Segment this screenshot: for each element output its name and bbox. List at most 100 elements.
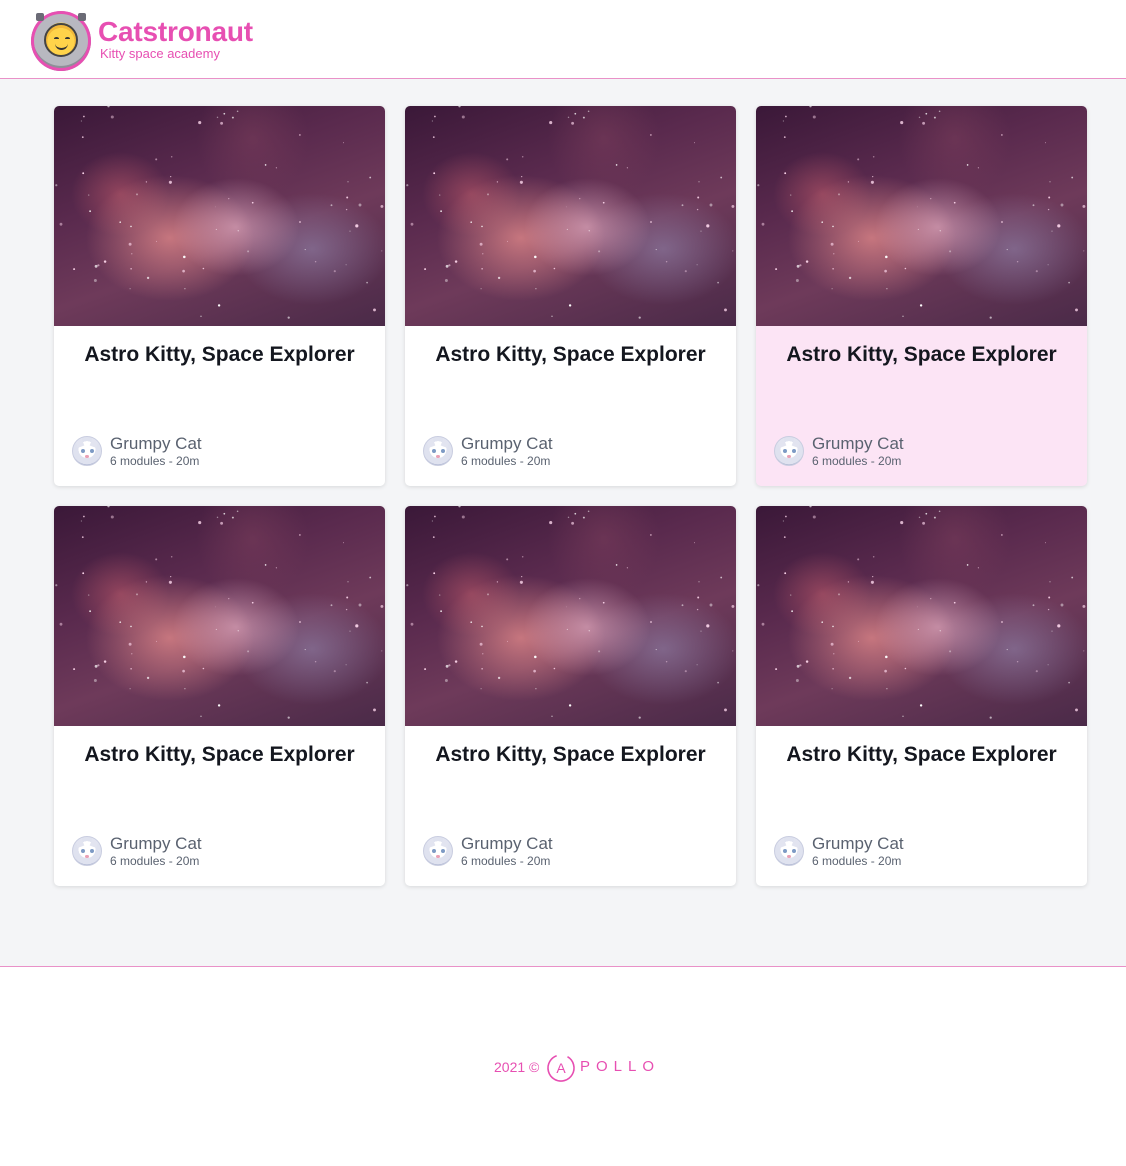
track-thumbnail [756,106,1087,326]
track-title: Astro Kitty, Space Explorer [786,343,1057,366]
star [202,267,205,270]
star [966,564,969,566]
star [1001,134,1003,136]
track-card[interactable]: Astro Kitty, Space Explorer Grumpy Cat 6… [405,506,736,886]
star [566,228,568,230]
star [933,116,936,119]
star [304,649,306,651]
star [444,679,448,682]
star [298,220,302,224]
star [720,576,723,579]
star [1032,604,1035,607]
star [107,106,110,108]
star [119,221,121,223]
starfield [757,106,1086,319]
star [73,668,76,671]
star [626,567,628,569]
star [83,115,85,118]
star [831,288,833,290]
star [574,512,577,515]
star [549,121,553,125]
star [916,606,918,608]
star [917,228,919,230]
helmet-ear-right [78,13,86,21]
star [130,225,132,228]
star [434,115,436,118]
star [214,606,216,608]
star [480,688,482,690]
star [684,670,687,673]
star [130,668,132,670]
star [156,240,157,242]
star [355,624,359,628]
star [830,242,834,246]
star [1048,196,1051,199]
track-meta: 6 modules - 20m [110,454,200,468]
star [433,572,436,575]
star [534,255,537,259]
star [440,610,442,613]
apollo-logo-icon[interactable]: A [546,1053,576,1083]
star [1083,250,1085,252]
star [346,196,349,199]
star [724,708,727,712]
star [347,581,349,583]
star [381,250,383,252]
star [832,668,834,670]
star [223,512,226,515]
avatar-nose [436,455,440,458]
track-card[interactable]: Astro Kitty, Space Explorer Grumpy Cat 6… [756,106,1087,486]
grumpy-cat-avatar [72,836,102,866]
star [89,210,91,213]
star [470,621,472,623]
star [900,121,904,125]
star [953,601,956,604]
star [410,222,414,226]
brand-title[interactable]: Catstronaut [98,16,253,48]
star [103,660,107,663]
star [694,142,695,144]
star [598,650,601,653]
star [626,167,628,169]
star [236,510,239,513]
star [497,276,501,280]
track-title: Astro Kitty, Space Explorer [84,743,355,766]
star [97,664,100,667]
star [440,210,442,213]
star [470,221,472,223]
star [553,267,556,270]
track-card[interactable]: Astro Kitty, Space Explorer Grumpy Cat 6… [54,106,385,486]
star [857,158,860,161]
apollo-wordmark: POLLO [580,1058,661,1075]
star [486,193,490,196]
star [832,225,834,228]
avatar-eye-right [792,449,796,453]
star [369,576,372,579]
star [481,225,483,228]
track-thumbnail [405,506,736,726]
star [1047,608,1050,611]
track-card[interactable]: Astro Kitty, Space Explorer Grumpy Cat 6… [54,506,385,886]
star [198,521,202,525]
star [698,181,700,183]
catstronaut-logo-icon[interactable] [31,11,91,71]
starfield [406,106,735,319]
star [1045,542,1046,544]
star [110,515,114,519]
star [275,167,277,169]
star [918,516,921,519]
avatar-ear-left [74,837,85,848]
star [145,581,148,583]
star [809,506,812,508]
star [649,220,653,224]
star [925,112,928,115]
star [431,520,434,522]
star [857,558,860,561]
track-card[interactable]: Astro Kitty, Space Explorer Grumpy Cat 6… [405,106,736,486]
star [567,116,570,119]
star [922,521,926,525]
track-card[interactable]: Astro Kitty, Space Explorer Grumpy Cat 6… [756,506,1087,886]
star [1006,649,1008,651]
star [565,606,567,608]
star [82,572,85,575]
